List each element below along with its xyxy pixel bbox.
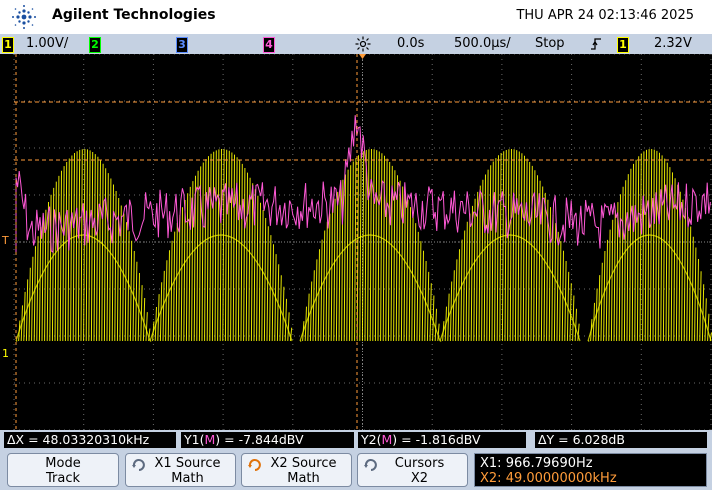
delta-x-readout: ΔX = 48.03320310kHz xyxy=(4,432,176,448)
cursors-value: X2 xyxy=(410,471,429,486)
rising-edge-icon xyxy=(591,38,601,50)
waveform-display: T1 xyxy=(1,54,712,430)
channel-1-waveform xyxy=(15,148,712,342)
x1-readout: X1: 966.79690Hz xyxy=(480,456,593,471)
y2-prefix: Y2( xyxy=(361,432,382,447)
delta-y-readout: ΔY = 6.028dB xyxy=(535,432,707,448)
y1-readout: Y1(M) = -7.844dBV xyxy=(181,432,354,448)
channel-3-indicator[interactable]: 3 xyxy=(176,37,188,53)
cursor-readout-box: X1: 966.79690Hz X2: 49.00000000kHz xyxy=(474,453,707,487)
trigger-level: 2.32V xyxy=(654,36,692,51)
x1-source-value: Math xyxy=(171,471,204,486)
agilent-spark-logo-icon xyxy=(12,5,36,29)
brand-name: Agilent Technologies xyxy=(52,7,216,23)
channel-1-indicator[interactable]: 1 xyxy=(2,37,14,53)
time-scale: 500.0µs/ xyxy=(454,36,511,51)
trigger-source-indicator: 1 xyxy=(617,37,629,53)
date-time: THU APR 24 02:13:46 2025 xyxy=(516,8,694,23)
channel-2-indicator[interactable]: 2 xyxy=(89,37,101,53)
mode-label: Mode xyxy=(45,456,81,471)
x1-source-label: X1 Source xyxy=(154,456,221,471)
channel-1-trace xyxy=(16,148,712,342)
channel-4-indicator[interactable]: 4 xyxy=(263,37,275,53)
x2-source-label: X2 Source xyxy=(270,456,337,471)
trigger-position-marker xyxy=(359,54,366,59)
y1-source: M xyxy=(204,432,216,447)
x1-source-softkey[interactable]: X1 Source Math xyxy=(125,453,236,487)
run-state: Stop xyxy=(535,36,565,51)
y2-source: M xyxy=(381,432,393,447)
cursors-label: Cursors xyxy=(394,456,445,471)
x2-readout: X2: 49.00000000kHz xyxy=(480,471,617,486)
channel-1-ground-marker: 1 xyxy=(2,347,9,360)
y1-prefix: Y1( xyxy=(184,432,205,447)
x2-source-softkey[interactable]: X2 Source Math xyxy=(241,453,352,487)
channel-1-scale: 1.00V/ xyxy=(26,36,69,51)
mode-softkey[interactable]: Mode Track xyxy=(7,453,119,487)
softkey-bar: Mode Track X1 Source Math X2 Source Math… xyxy=(0,450,712,490)
acquisition-sun-icon xyxy=(355,36,371,52)
cursor-measurements-bar: ΔX = 48.03320310kHz Y1(M) = -7.844dBV Y2… xyxy=(0,430,712,450)
y1-value: ) = -7.844dBV xyxy=(215,432,304,447)
mode-value: Track xyxy=(45,471,81,486)
time-delay: 0.0s xyxy=(397,36,425,51)
trigger-level-marker: T xyxy=(1,234,9,247)
cursors-softkey[interactable]: Cursors X2 xyxy=(357,453,468,487)
title-bar: Agilent Technologies THU APR 24 02:13:46… xyxy=(0,0,712,34)
x2-source-value: Math xyxy=(287,471,320,486)
y2-readout: Y2(M) = -1.816dBV xyxy=(358,432,526,448)
status-bar: 1 1.00V/ 2 3 4 0.0s 500.0µs/ Stop 1 2.32… xyxy=(0,34,712,54)
y2-value: ) = -1.816dBV xyxy=(392,432,481,447)
